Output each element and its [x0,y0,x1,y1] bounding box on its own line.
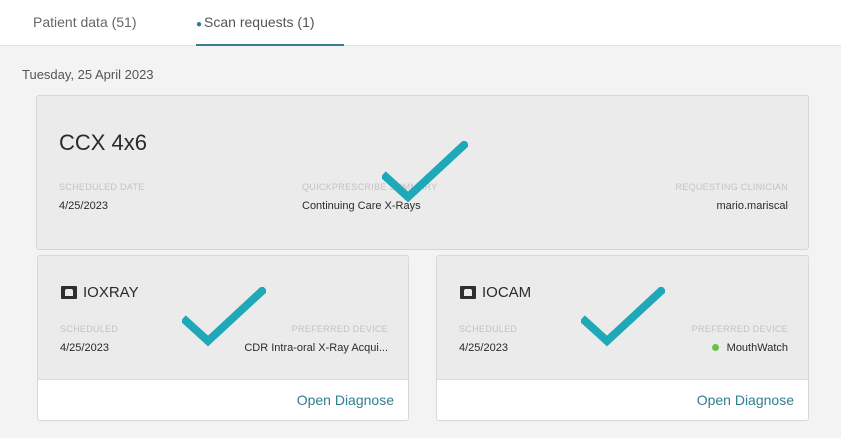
iocam-scheduled-value: 4/25/2023 [459,342,508,354]
scheduled-date-label: SCHEDULED DATE [59,182,145,192]
open-diagnose-link[interactable]: Open Diagnose [297,392,394,408]
ioxray-modality-label: IOXRAY [83,284,139,301]
ioxray-modality: IOXRAY [61,284,139,301]
iocam-modality: IOCAM [460,284,531,301]
iocam-device-label: PREFERRED DEVICE [691,324,788,334]
tab-patient-data[interactable]: Patient data (51) [33,14,137,46]
clinician-value: mario.mariscal [716,200,788,212]
xray-device-icon [61,286,77,299]
iocam-device-value: MouthWatch [711,342,788,354]
iocam-device-name: MouthWatch [726,342,788,354]
ioxray-device-label: PREFERRED DEVICE [291,324,388,334]
scan-request-card[interactable]: CCX 4x6 SCHEDULED DATE 4/25/2023 QUICKPR… [36,95,809,250]
ioxray-card-body: IOXRAY SCHEDULED 4/25/2023 PREFERRED DEV… [38,256,408,380]
ioxray-scheduled-label: SCHEDULED [60,324,119,334]
checkmark-icon [182,287,266,347]
camera-device-icon [460,286,476,299]
iocam-modality-label: IOCAM [482,284,532,301]
ioxray-scheduled-value: 4/25/2023 [60,342,109,354]
date-heading: Tuesday, 25 April 2023 [22,67,154,82]
ioxray-card[interactable]: IOXRAY SCHEDULED 4/25/2023 PREFERRED DEV… [37,255,409,421]
active-dot-icon: ● [196,19,203,30]
tab-patient-data-label: Patient data (51) [33,14,137,30]
checkmark-icon [581,287,665,347]
iocam-card[interactable]: IOCAM SCHEDULED 4/25/2023 PREFERRED DEVI… [436,255,809,421]
tab-scan-requests-label: Scan requests (1) [204,14,315,30]
iocam-scheduled-label: SCHEDULED [459,324,518,334]
checkmark-icon [382,141,468,203]
open-diagnose-link[interactable]: Open Diagnose [697,392,794,408]
status-online-icon [711,343,719,351]
request-title: CCX 4x6 [59,130,148,155]
scheduled-date-value: 4/25/2023 [59,200,108,212]
tab-scan-requests[interactable]: ● Scan requests (1) [196,14,344,46]
iocam-card-body: IOCAM SCHEDULED 4/25/2023 PREFERRED DEVI… [437,256,808,380]
clinician-label: REQUESTING CLINICIAN [675,182,788,192]
tab-bar: Patient data (51) ● Scan requests (1) [0,0,841,46]
